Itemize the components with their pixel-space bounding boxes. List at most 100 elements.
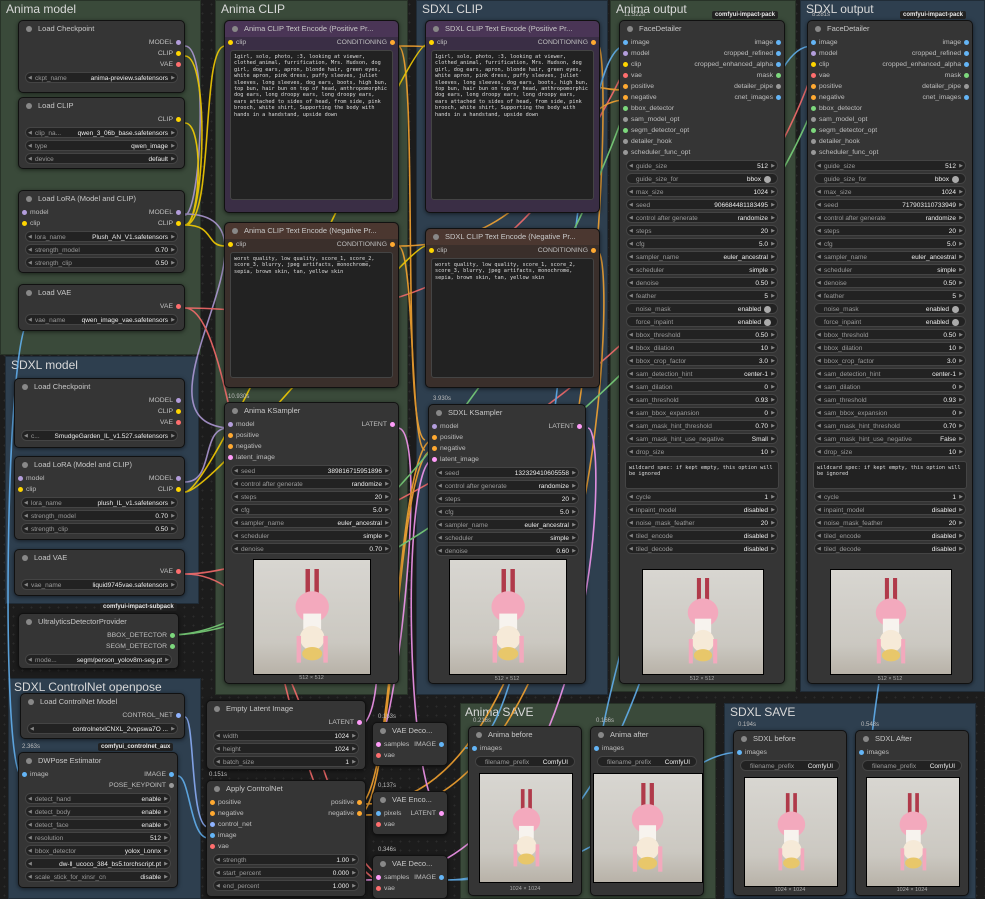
width-widget[interactable]: width 1024 [213,730,359,742]
sdxl-load-checkpoint[interactable]: Load Checkpoint MODEL CLIP VAE c... Smudg… [14,378,185,448]
bbox-crop-factor-widget[interactable]: bbox_crop_factor 3.0 [814,355,966,367]
save-sdxl-before[interactable]: SDXL before images filename_prefix ComfyU… [733,730,847,896]
bbox-dilation-widget[interactable]: bbox_dilation 10 [626,342,778,354]
input-latent-image[interactable]: latent_image [225,452,398,463]
output-positive[interactable]: positive [331,797,365,808]
filename-prefix-field[interactable]: filename_prefix ComfyUI [597,756,697,767]
input-segm-detector-opt[interactable]: segm_detector_opt [808,125,877,136]
filename-prefix-field[interactable]: filename_prefix ComfyUI [862,760,962,771]
noise-mask-feather-widget[interactable]: noise_mask_feather 20 [626,517,778,529]
inpaint-model-widget[interactable]: inpaint_model disabled [814,504,966,516]
input-clip[interactable]: clip [15,484,36,495]
toggle-icon[interactable] [952,305,959,313]
output-cnet-images[interactable]: cnet_images [734,92,784,103]
anima-ksampler[interactable]: Anima KSampler model LATENT positive nega… [224,402,399,684]
anima-load-vae[interactable]: Load VAE VAE vae_name qwen_image_vae.safe… [18,284,185,331]
output-cropped-refined[interactable]: cropped_refined [912,48,972,59]
ultralytics-detector-provider[interactable]: UltralyticsDetectorProvider BBOX_DETECTO… [18,613,179,669]
tiled-encode-widget[interactable]: tiled_encode disabled [814,530,966,542]
denoise-widget[interactable]: denoise 0.60 [435,545,579,557]
control-after-generate-widget[interactable]: control after generate randomize [814,212,966,224]
input-positive[interactable]: positive [225,430,398,441]
bbox-threshold-widget[interactable]: bbox_threshold 0.50 [626,329,778,341]
sam-mask-hint-threshold-widget[interactable]: sam_mask_hint_threshold 0.70 [626,420,778,432]
input-images[interactable]: images [591,743,703,754]
resolution-widget[interactable]: resolution 512 [25,832,171,844]
feather-widget[interactable]: feather 5 [626,290,778,302]
input-segm-detector-opt[interactable]: segm_detector_opt [620,125,689,136]
prompt-textarea[interactable]: 1girl, solo, photo, :3, looking at viewe… [431,50,594,200]
strength-widget[interactable]: strength 1.00 [213,854,359,866]
vae-name-combo[interactable]: vae_name liquid9745vae.safetensors [21,579,178,591]
sampler-name-widget[interactable]: sampler_name euler_ancestral [814,251,966,263]
detect-body-widget[interactable]: detect_body enable [25,806,171,818]
input-image[interactable]: image [19,769,49,780]
output-detailer-pipe[interactable]: detailer_pipe [922,81,972,92]
toggle-icon[interactable] [952,175,959,183]
input-scheduler-func-opt[interactable]: scheduler_func_opt [620,147,690,158]
input-latent-image[interactable]: latent_image [429,454,585,465]
input-model[interactable]: model [808,48,838,59]
prompt-textarea[interactable]: 1girl, solo, photo, :3, looking at viewe… [230,50,393,200]
input-negative[interactable]: negative [225,441,398,452]
strength-clip-field[interactable]: strength_clip 0.50 [21,523,178,535]
start-percent-widget[interactable]: start_percent 0.000 [213,867,359,879]
vae-encode[interactable]: VAE Enco... pixels LATENT vae [372,791,448,835]
input-scheduler-func-opt[interactable]: scheduler_func_opt [808,147,878,158]
load-controlnet-model[interactable]: Load ControlNet Model CONTROL_NET contro… [20,693,185,739]
cfg-widget[interactable]: cfg 5.0 [626,238,778,250]
strength-model-field[interactable]: strength_model 0.70 [21,510,178,522]
detect-face-widget[interactable]: detect_face enable [25,819,171,831]
output-cropped-enhanced-alpha[interactable]: cropped_enhanced_alpha [882,59,972,70]
end-percent-widget[interactable]: end_percent 1.000 [213,880,359,892]
seed-widget[interactable]: seed 717903110733949 [814,199,966,211]
input-positive[interactable]: positive [808,81,842,92]
sam-dilation-widget[interactable]: sam_dilation 0 [626,381,778,393]
denoise-widget[interactable]: denoise 0.50 [626,277,778,289]
input-sam-model-opt[interactable]: sam_model_opt [620,114,679,125]
clip-name-combo[interactable]: clip_na... qwen_3_06b_base.safetensors [25,127,178,139]
input-bbox-detector[interactable]: bbox_detector [620,103,674,114]
input-detailer-hook[interactable]: detailer_hook [808,136,860,147]
output-clip[interactable]: CLIP [19,114,184,125]
sdxl-load-vae[interactable]: Load VAE VAE vae_name liquid9745vae.safet… [14,549,185,596]
vae-decode-sdxl[interactable]: VAE Deco... samples IMAGE vae [372,855,448,899]
sam-bbox-expansion-widget[interactable]: sam_bbox_expansion 0 [814,407,966,419]
controlnet-name-combo[interactable]: controlnetxlCNXL_2vxpswa7O ... [27,723,178,735]
input-pixels[interactable]: pixels [373,808,401,819]
drop-size-widget[interactable]: drop_size 10 [626,446,778,458]
max-size-widget[interactable]: max_size 1024 [626,186,778,198]
sdxl-clip-negative[interactable]: SDXL CLIP Text Encode (Negative Pr... cl… [425,228,600,388]
filename-prefix-field[interactable]: filename_prefix ComfyUI [740,760,840,771]
output-clip[interactable]: CLIP [19,48,184,59]
prompt-textarea[interactable]: worst quality, low quality, score_1, sco… [431,258,594,378]
anima-clip-negative[interactable]: Anima CLIP Text Encode (Negative Pr... c… [224,222,399,388]
type-combo[interactable]: type qwen_image [25,140,178,152]
bbox-crop-factor-widget[interactable]: bbox_crop_factor 3.0 [626,355,778,367]
output-conditioning[interactable]: CONDITIONING [337,239,398,250]
anima-load-checkpoint[interactable]: Load Checkpoint MODEL CLIP VAE ckpt_name… [18,20,185,93]
lora-name-combo[interactable]: lora_name Plush_AN_V1.safetensors [25,231,178,243]
tiled-encode-widget[interactable]: tiled_encode disabled [626,530,778,542]
tiled-decode-widget[interactable]: tiled_decode disabled [814,543,966,555]
sam-mask-hint-use-negative-widget[interactable]: sam_mask_hint_use_negative Small [626,433,778,445]
output-mask[interactable]: mask [945,70,972,81]
force-inpaint-widget[interactable]: force_inpaint enabled [814,316,966,327]
scheduler-widget[interactable]: scheduler simple [626,264,778,276]
output-image[interactable]: IMAGE [414,739,447,750]
steps-widget[interactable]: steps 20 [231,491,392,503]
batch-size-widget[interactable]: batch_size 1 [213,756,359,768]
anima-load-lora[interactable]: Load LoRA (Model and CLIP) model MODEL cl… [18,190,185,273]
sampler-name-widget[interactable]: sampler_name euler_ancestral [435,519,579,531]
ckpt-name-combo[interactable]: c... SmudgeGarden_IL_v1.527.safetensors [21,430,178,442]
input-negative[interactable]: negative [808,92,845,103]
value-widget[interactable]: dw-ll_ucoco_384_bs5.torchscript.pt [25,858,171,870]
noise-mask-feather-widget[interactable]: noise_mask_feather 20 [814,517,966,529]
filename-prefix-field[interactable]: filename_prefix ComfyUI [475,756,575,767]
toggle-icon[interactable] [764,318,771,326]
sdxl-clip-positive[interactable]: SDXL CLIP Text Encode (Positive Pr... cl… [425,20,600,213]
output-vae[interactable]: VAE [19,59,184,70]
output-vae[interactable]: VAE [19,301,184,312]
anima-load-clip[interactable]: Load CLIP CLIP clip_na... qwen_3_06b_base… [18,97,185,169]
output-cropped-enhanced-alpha[interactable]: cropped_enhanced_alpha [694,59,784,70]
